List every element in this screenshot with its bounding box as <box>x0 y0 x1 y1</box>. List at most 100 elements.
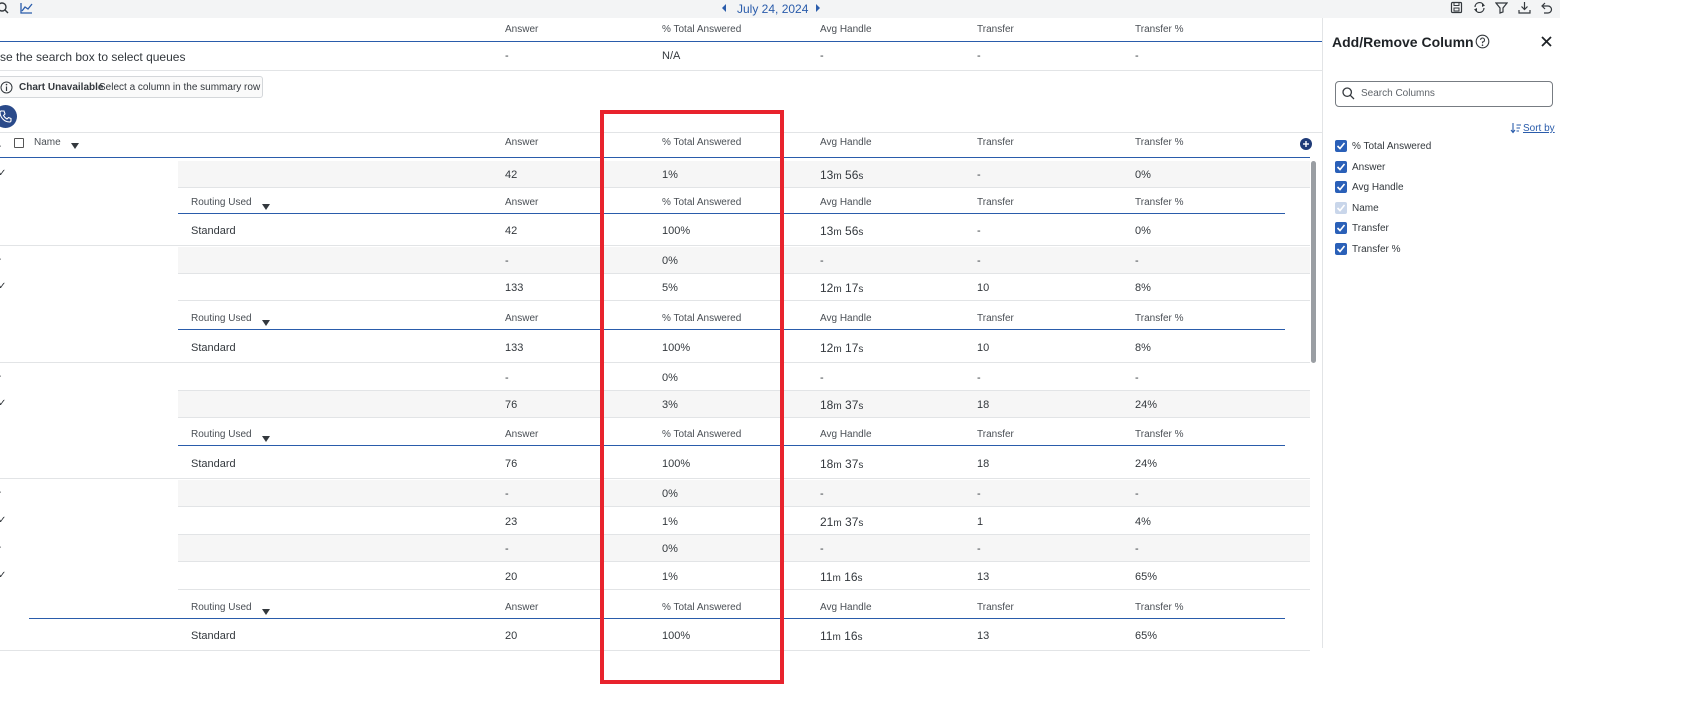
column-checkbox-label[interactable]: Name <box>1352 203 1379 214</box>
avg-handle-cell[interactable]: 12m 17s <box>820 341 863 355</box>
column-checkbox[interactable] <box>1335 181 1347 193</box>
transfer-cell[interactable]: 18 <box>977 458 989 470</box>
help-icon[interactable] <box>1475 34 1490 52</box>
avg-handle-cell[interactable]: 13m 56s <box>820 168 863 182</box>
summary-transfer-pct[interactable]: - <box>1135 50 1139 62</box>
add-column-icon[interactable] <box>1300 138 1312 150</box>
routing-used-sort-icon[interactable] <box>262 606 270 618</box>
column-checkbox-label[interactable]: Answer <box>1352 162 1385 173</box>
avg-handle-cell[interactable]: - <box>820 543 824 555</box>
summary-header-answer[interactable]: Answer <box>505 24 538 35</box>
answer-cell[interactable]: 42 <box>505 169 517 181</box>
summary-answer[interactable]: - <box>505 50 509 62</box>
summary-header-transfer[interactable]: Transfer <box>977 24 1014 35</box>
transfer-cell[interactable]: - <box>977 543 981 555</box>
answer-cell[interactable]: - <box>505 488 509 500</box>
expand-all-icon[interactable]: - <box>0 141 1 152</box>
sub-header-cell[interactable]: Transfer <box>977 602 1014 613</box>
row-expander-icon[interactable]: ✓ <box>0 281 6 292</box>
tpct-cell[interactable]: 0% <box>1135 225 1151 237</box>
avg-handle-cell[interactable]: 18m 37s <box>820 398 863 412</box>
close-panel-icon[interactable] <box>1541 36 1552 50</box>
date-label[interactable]: July 24, 2024 <box>737 2 808 16</box>
column-header-transfer[interactable]: Transfer <box>977 137 1014 148</box>
row-expander-icon[interactable]: - <box>0 487 1 498</box>
tpct-cell[interactable]: 24% <box>1135 458 1157 470</box>
row-expander-icon[interactable]: ✓ <box>0 570 6 581</box>
transfer-cell[interactable]: 13 <box>977 571 989 583</box>
answer-cell[interactable]: - <box>505 372 509 384</box>
column-checkbox-label[interactable]: % Total Answered <box>1352 141 1431 152</box>
sub-header-cell[interactable]: Avg Handle <box>820 313 872 324</box>
tpct-cell[interactable]: - <box>1135 543 1139 555</box>
transfer-cell[interactable]: - <box>977 255 981 267</box>
avg-handle-cell[interactable]: 11m 16s <box>820 570 863 584</box>
tpct-cell[interactable]: 24% <box>1135 399 1157 411</box>
answer-cell[interactable]: - <box>505 255 509 267</box>
tpct-cell[interactable]: 8% <box>1135 342 1151 354</box>
routing-used-sort-icon[interactable] <box>262 433 270 445</box>
sub-header-cell[interactable]: Transfer % <box>1135 197 1184 208</box>
sub-header-cell[interactable]: Transfer % <box>1135 429 1184 440</box>
summary-header-pct-total-answered[interactable]: % Total Answered <box>662 24 741 35</box>
answer-cell[interactable]: 76 <box>505 399 517 411</box>
sort-by-link[interactable]: Sort by <box>1523 123 1555 134</box>
avg-handle-cell[interactable]: 12m 17s <box>820 281 863 295</box>
row-expander-icon[interactable]: - <box>0 254 1 265</box>
tpct-cell[interactable]: 0% <box>1135 169 1151 181</box>
phone-icon[interactable] <box>0 105 17 128</box>
column-checkbox[interactable] <box>1335 242 1347 255</box>
routing-used-sort-icon[interactable] <box>262 317 270 329</box>
avg-handle-cell[interactable]: 18m 37s <box>820 457 863 471</box>
chart-view-icon[interactable] <box>20 2 33 17</box>
routing-used-header[interactable]: Routing Used <box>191 313 252 324</box>
sub-header-cell[interactable]: Transfer % <box>1135 313 1184 324</box>
avg-handle-cell[interactable]: - <box>820 488 824 500</box>
filter-icon[interactable] <box>1494 1 1509 17</box>
summary-transfer[interactable]: - <box>977 50 981 62</box>
sub-header-cell[interactable]: Transfer <box>977 197 1014 208</box>
transfer-cell[interactable]: 18 <box>977 399 989 411</box>
tpct-cell[interactable]: - <box>1135 255 1139 267</box>
avg-handle-cell[interactable]: 13m 56s <box>820 224 863 238</box>
sub-header-cell[interactable]: Avg Handle <box>820 429 872 440</box>
row-expander-icon[interactable]: ✓ <box>0 515 6 526</box>
row-expander-icon[interactable]: - <box>0 371 1 382</box>
sub-header-cell[interactable]: Answer <box>505 429 538 440</box>
row-expander-icon[interactable]: - <box>0 542 1 553</box>
save-icon[interactable] <box>1450 1 1463 17</box>
column-header-avg-handle[interactable]: Avg Handle <box>820 137 872 148</box>
answer-cell[interactable]: 20 <box>505 571 517 583</box>
refresh-icon[interactable] <box>1473 1 1486 17</box>
tpct-cell[interactable]: 65% <box>1135 571 1157 583</box>
summary-pct-total-answered[interactable]: N/A <box>662 50 680 62</box>
summary-header-transfer-pct[interactable]: Transfer % <box>1135 24 1184 35</box>
summary-avg-handle[interactable]: - <box>820 50 824 62</box>
answer-cell[interactable]: 42 <box>505 225 517 237</box>
transfer-cell[interactable]: 10 <box>977 282 989 294</box>
row-expander-icon[interactable]: ✓ <box>0 168 6 179</box>
name-sort-icon[interactable] <box>71 140 79 152</box>
answer-cell[interactable]: 20 <box>505 630 517 642</box>
routing-used-header[interactable]: Routing Used <box>191 429 252 440</box>
answer-cell[interactable]: 133 <box>505 342 523 354</box>
column-checkbox-label[interactable]: Transfer <box>1352 223 1389 234</box>
column-checkbox-label[interactable]: Transfer % <box>1352 244 1401 255</box>
transfer-cell[interactable]: 10 <box>977 342 989 354</box>
sub-header-cell[interactable]: Answer <box>505 602 538 613</box>
tpct-cell[interactable]: - <box>1135 488 1139 500</box>
column-checkbox-label[interactable]: Avg Handle <box>1352 182 1404 193</box>
sub-header-cell[interactable]: Answer <box>505 313 538 324</box>
next-date-icon[interactable] <box>814 3 822 16</box>
previous-date-icon[interactable] <box>720 3 728 16</box>
tpct-cell[interactable]: 65% <box>1135 630 1157 642</box>
sub-header-cell[interactable]: Avg Handle <box>820 197 872 208</box>
routing-used-header[interactable]: Routing Used <box>191 197 252 208</box>
table-scrollbar-thumb[interactable] <box>1311 161 1316 363</box>
answer-cell[interactable]: - <box>505 543 509 555</box>
sub-header-cell[interactable]: Transfer % <box>1135 602 1184 613</box>
avg-handle-cell[interactable]: - <box>820 372 824 384</box>
column-header-answer[interactable]: Answer <box>505 137 538 148</box>
name-column-header[interactable]: Name <box>34 137 61 148</box>
avg-handle-cell[interactable]: - <box>820 255 824 267</box>
